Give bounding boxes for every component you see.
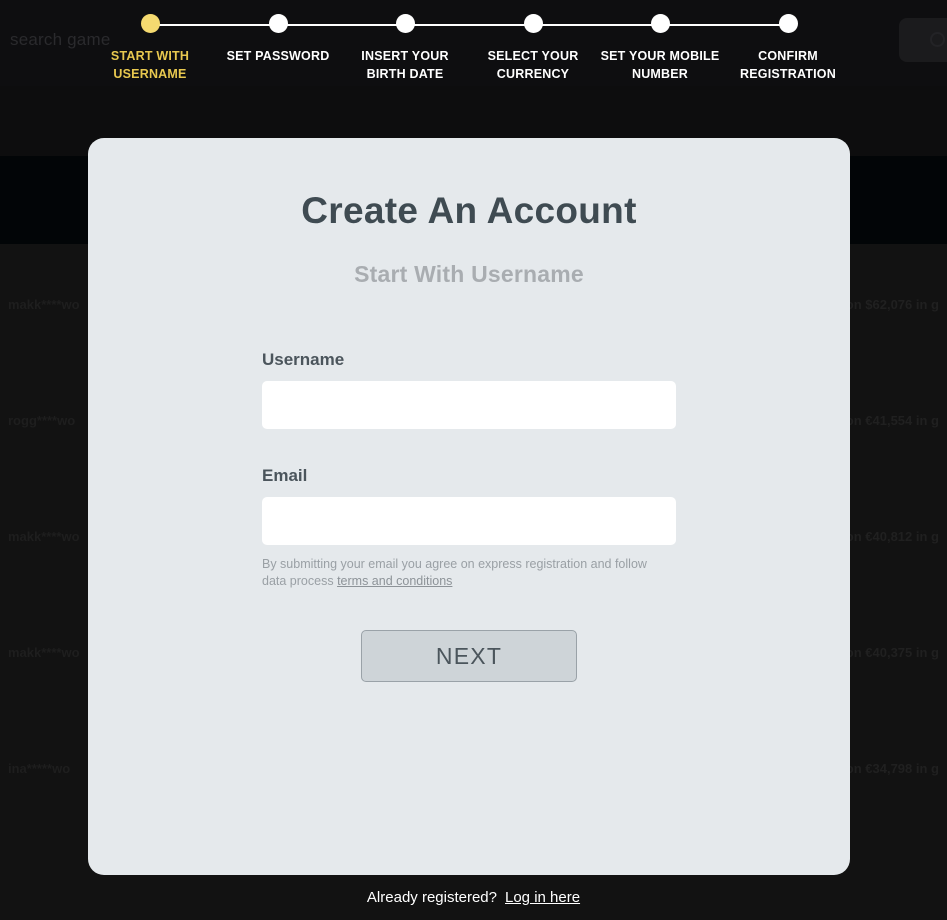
stepper-step-label: SET PASSWORD: [226, 49, 330, 63]
username-field-group: Username: [262, 350, 676, 429]
email-field[interactable]: [262, 497, 676, 545]
stepper-steps: START WITH USERNAME SET PASSWORD INSERT YO…: [0, 0, 947, 95]
leaderboard-amount: won €34,798 in g: [835, 760, 939, 776]
leaderboard-username: makk****wo: [8, 644, 80, 660]
leaderboard-username: makk****wo: [8, 528, 80, 544]
already-registered-label: Already registered?: [366, 889, 497, 906]
stepper-dot-icon: [650, 14, 670, 33]
leaderboard-amount: won €40,375 in g: [835, 644, 939, 660]
stepper-dot-icon: [523, 14, 543, 33]
stepper-step-2[interactable]: INSERT YOUR BIRTH DATE: [341, 14, 469, 83]
leaderboard-username: rogg****wo: [8, 412, 76, 428]
username-label: Username: [262, 350, 345, 369]
next-button-row: NEXT: [262, 630, 676, 682]
email-label: Email: [262, 466, 308, 485]
stepper-step-label: START WITH USERNAME: [110, 49, 190, 81]
field-spacer: [262, 429, 676, 466]
stepper-step-5[interactable]: CONFIRM REGISTRATION: [724, 14, 852, 83]
terms-and-conditions-link[interactable]: terms and conditions: [337, 574, 452, 588]
stepper-step-0[interactable]: START WITH USERNAME: [86, 14, 214, 83]
create-account-modal: Create An Account Start With Username Us…: [88, 138, 850, 875]
stepper-step-4[interactable]: SET YOUR MOBILE NUMBER: [596, 14, 724, 83]
email-disclaimer: By submitting your email you agree on ex…: [262, 556, 662, 590]
stepper-dot-icon: [140, 14, 160, 33]
stepper-step-label: INSERT YOUR BIRTH DATE: [361, 49, 449, 81]
username-input[interactable]: [262, 381, 676, 429]
disclaimer-text: By submitting your email you agree on ex…: [262, 557, 647, 588]
leaderboard-username: makk****wo: [8, 296, 80, 312]
registration-form: Username Email By submitting your email …: [262, 288, 676, 682]
leaderboard-amount: won $62,076 in g: [835, 296, 939, 312]
stepper-step-1[interactable]: SET PASSWORD: [214, 14, 342, 65]
modal-subtitle: Start With Username: [354, 261, 584, 287]
stepper-step-label: SELECT YOUR CURRENCY: [487, 49, 579, 81]
footer-login-prompt: Already registered? Log in here: [0, 875, 947, 920]
leaderboard-amount: won €41,554 in g: [835, 412, 939, 428]
stepper-step-label: SET YOUR MOBILE NUMBER: [600, 49, 720, 81]
registration-stepper: START WITH USERNAME SET PASSWORD INSERT YO…: [0, 0, 947, 95]
log-in-here-link[interactable]: Log in here: [505, 889, 580, 906]
stepper-dot-icon: [395, 14, 415, 33]
email-field-group: Email: [262, 466, 676, 545]
page-title: Create An Account: [301, 190, 637, 231]
stepper-step-3[interactable]: SELECT YOUR CURRENCY: [469, 14, 597, 83]
stepper-dot-icon: [778, 14, 798, 33]
stepper-dot-icon: [268, 14, 288, 33]
stepper-step-label: CONFIRM REGISTRATION: [740, 49, 836, 81]
leaderboard-amount: won €40,812 in g: [835, 528, 939, 544]
next-button[interactable]: NEXT: [361, 630, 577, 682]
leaderboard-username: ina*****wo: [8, 760, 71, 776]
